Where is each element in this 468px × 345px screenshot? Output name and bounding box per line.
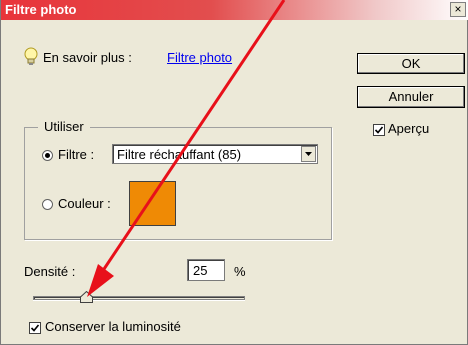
filter-select[interactable]: Filtre réchauffant (85) — [112, 144, 318, 164]
preview-checkbox[interactable] — [373, 124, 385, 136]
density-slider-track[interactable] — [33, 296, 245, 300]
preview-label: Aperçu — [388, 121, 430, 136]
lightbulb-icon — [24, 47, 38, 65]
preserve-luminosity-label: Conserver la luminosité — [45, 319, 181, 334]
checkmark-icon — [374, 126, 384, 134]
radio-selected-dot — [45, 153, 50, 158]
color-swatch[interactable] — [129, 181, 176, 226]
cancel-button[interactable]: Annuler — [357, 86, 465, 108]
density-label: Densité : — [24, 264, 76, 279]
density-slider-thumb[interactable] — [79, 291, 93, 303]
learn-more-link[interactable]: Filtre photo — [167, 50, 232, 65]
color-label: Couleur : — [58, 196, 111, 211]
learn-more-label: En savoir plus : — [43, 50, 132, 65]
chevron-down-icon — [305, 152, 312, 156]
color-radio[interactable] — [42, 199, 53, 210]
filter-label: Filtre : — [58, 147, 95, 162]
checkmark-icon — [30, 324, 40, 332]
filter-dialog: Filtre photo × En savoir plus : Filtre p… — [0, 0, 468, 345]
preserve-luminosity-checkbox[interactable] — [29, 322, 41, 334]
use-group-legend: Utiliser — [38, 119, 90, 134]
ok-button[interactable]: OK — [357, 53, 465, 74]
filter-radio[interactable] — [42, 150, 53, 161]
filter-select-value: Filtre réchauffant (85) — [117, 147, 242, 162]
title-bar[interactable]: Filtre photo × — [1, 0, 468, 20]
close-button[interactable]: × — [450, 2, 466, 17]
close-icon: × — [454, 2, 462, 16]
density-input[interactable]: 25 — [187, 259, 225, 281]
window-title: Filtre photo — [5, 2, 77, 17]
percent-label: % — [234, 264, 246, 279]
dropdown-button[interactable] — [301, 146, 316, 162]
density-value: 25 — [193, 263, 208, 278]
